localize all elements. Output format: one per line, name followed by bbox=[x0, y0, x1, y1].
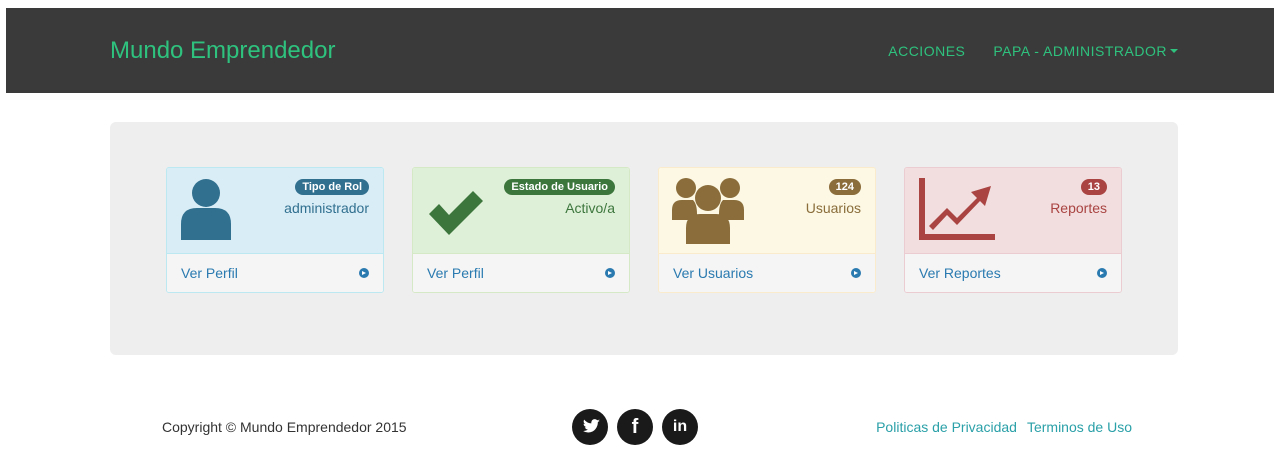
copyright-text: Copyright © Mundo Emprendedor 2015 bbox=[162, 419, 407, 435]
arrow-circle-right-icon bbox=[359, 268, 369, 278]
view-profile-label-2: Ver Perfil bbox=[427, 265, 484, 281]
view-users-link[interactable]: Ver Usuarios bbox=[659, 254, 875, 292]
facebook-glyph: f bbox=[631, 415, 639, 438]
panel-status: Estado de Usuario Activo/a Ver Perfil bbox=[412, 167, 630, 293]
panel-status-heading: Estado de Usuario Activo/a bbox=[413, 168, 629, 254]
status-value: Activo/a bbox=[565, 200, 615, 216]
brand-link[interactable]: Mundo Emprendedor bbox=[110, 37, 335, 65]
nav-menu: ACCIONES PAPA - ADMINISTRADOR bbox=[888, 43, 1178, 59]
top-navbar: Mundo Emprendedor ACCIONES PAPA - ADMINI… bbox=[6, 8, 1274, 93]
role-value: administrador bbox=[284, 200, 369, 216]
check-icon bbox=[429, 191, 483, 235]
arrow-circle-right-icon bbox=[851, 268, 861, 278]
reports-count-badge: 13 bbox=[1080, 179, 1107, 195]
panel-role-heading: Tipo de Rol administrador bbox=[167, 168, 383, 254]
social-links: f in bbox=[572, 409, 698, 445]
facebook-icon[interactable]: f bbox=[617, 409, 653, 445]
terms-of-use-link[interactable]: Terminos de Uso bbox=[1027, 419, 1132, 435]
panel-users: 124 Usuarios Ver Usuarios bbox=[658, 167, 876, 293]
view-profile-link-2[interactable]: Ver Perfil bbox=[413, 254, 629, 292]
nav-acciones-link[interactable]: ACCIONES bbox=[888, 43, 965, 59]
footer-links: Politicas de Privacidad Terminos de Uso bbox=[876, 419, 1132, 435]
twitter-icon[interactable] bbox=[572, 409, 608, 445]
panel-users-heading: 124 Usuarios bbox=[659, 168, 875, 254]
view-profile-label: Ver Perfil bbox=[181, 265, 238, 281]
user-icon bbox=[181, 179, 231, 240]
linkedin-icon[interactable]: in bbox=[662, 409, 698, 445]
dashboard-container: Tipo de Rol administrador Ver Perfil Est… bbox=[110, 122, 1178, 355]
panel-reports: 13 Reportes Ver Reportes bbox=[904, 167, 1122, 293]
view-reports-link[interactable]: Ver Reportes bbox=[905, 254, 1121, 292]
view-users-label: Ver Usuarios bbox=[673, 265, 754, 281]
arrow-circle-right-icon bbox=[1097, 268, 1107, 278]
privacy-policy-link[interactable]: Politicas de Privacidad bbox=[876, 419, 1017, 435]
panel-role: Tipo de Rol administrador Ver Perfil bbox=[166, 167, 384, 293]
users-count-badge: 124 bbox=[828, 179, 861, 195]
panel-reports-heading: 13 Reportes bbox=[905, 168, 1121, 254]
users-label: Usuarios bbox=[805, 200, 861, 216]
status-badge: Estado de Usuario bbox=[504, 179, 615, 195]
user-dropdown-toggle[interactable]: PAPA - ADMINISTRADOR bbox=[993, 43, 1178, 59]
view-profile-link[interactable]: Ver Perfil bbox=[167, 254, 383, 292]
reports-label: Reportes bbox=[1050, 200, 1107, 216]
arrow-circle-right-icon bbox=[605, 268, 615, 278]
user-dropdown-label: PAPA - ADMINISTRADOR bbox=[993, 43, 1167, 59]
view-reports-label: Ver Reportes bbox=[919, 265, 1001, 281]
linkedin-glyph: in bbox=[672, 418, 688, 435]
caret-down-icon bbox=[1170, 49, 1178, 53]
users-icon bbox=[672, 178, 744, 244]
role-badge: Tipo de Rol bbox=[295, 179, 369, 195]
line-chart-icon bbox=[919, 178, 995, 240]
